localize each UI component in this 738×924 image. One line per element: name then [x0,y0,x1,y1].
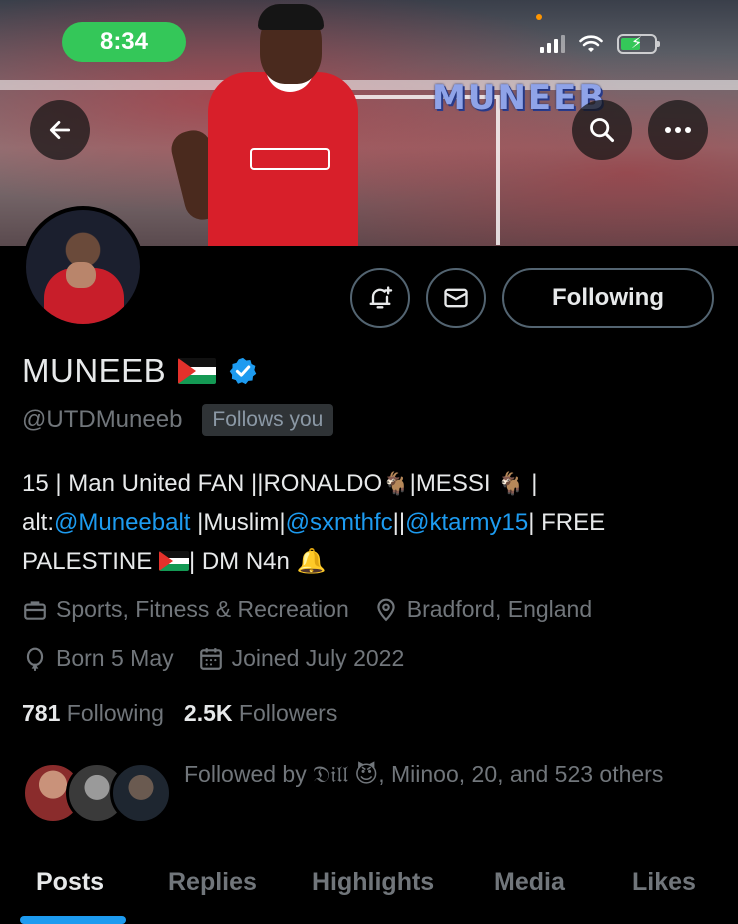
bio-text: | FREE [528,509,606,536]
follower-avatars [22,762,172,826]
status-time: 8:34 [62,22,186,62]
profile-meta-row: Sports, Fitness & Recreation Bradford, E… [22,596,592,623]
following-count: 781 [22,700,61,726]
location-text: Bradford, England [406,596,593,622]
category-item: Sports, Fitness & Recreation [22,596,349,623]
status-icons: ⚡ [540,34,660,54]
active-tab-indicator [20,916,126,924]
followers-label: Followers [238,700,338,726]
following-stat[interactable]: 781 Following [22,700,164,727]
calendar-icon [199,647,222,670]
joined-text: Joined July 2022 [231,645,405,671]
following-button[interactable]: Following [502,268,714,328]
bio-text: 15 | Man United FAN ||RONALDO [22,470,383,497]
bell-emoji-icon: 🔔 [296,548,327,575]
search-icon [590,118,615,143]
goat-emoji-icon: 🐐 [497,471,525,496]
follower-avatar [110,762,172,824]
followed-by-section[interactable]: Followed by 𝔇𝔦𝔩𝔩 😈, Miinoo, 20, and 523 … [22,754,684,826]
tab-posts[interactable]: Posts [36,868,104,897]
tab-replies[interactable]: Replies [168,868,257,897]
display-name: MUNEEB [22,352,167,389]
profile-meta-row: Born 5 May Joined July 2022 [22,645,404,672]
bell-plus-icon [369,286,393,309]
cellular-signal-icon [540,35,565,53]
location-item: Bradford, England [373,596,592,623]
more-button[interactable] [648,100,708,160]
bio-text: || [392,509,406,536]
joined-item: Joined July 2022 [198,645,405,672]
handle-row: @UTDMuneeb Follows you [22,404,334,436]
bio-text: alt: [22,509,55,536]
notifications-button[interactable] [350,268,410,328]
followers-count: 2.5K [183,700,233,726]
bio-text: |MESSI [409,470,491,497]
verified-badge-icon[interactable] [228,356,258,386]
goat-emoji-icon: 🐐 [382,471,410,496]
tab-highlights[interactable]: Highlights [312,868,434,897]
profile-avatar[interactable] [22,206,144,328]
balloon-icon [26,647,44,671]
bio-text: | [524,470,538,497]
privacy-indicator-dot [536,14,542,20]
more-icon [665,127,691,133]
bio-mention-link[interactable]: @Muneebalt [54,509,190,536]
palestine-flag-icon [158,551,189,571]
banner-stadium-stripe [0,80,738,90]
profile-bio: 15 | Man United FAN ||RONALDO🐐|MESSI 🐐 |… [22,464,712,581]
followed-by-text: Followed by 𝔇𝔦𝔩𝔩 😈, Miinoo, 20, and 523 … [184,761,664,787]
follow-stats: 781 Following 2.5K Followers [22,700,337,727]
bio-text: | DM N4n [188,548,290,575]
envelope-icon [444,288,468,308]
message-button[interactable] [426,268,486,328]
bio-mention-link[interactable]: @sxmthfc [286,509,393,536]
followers-stat[interactable]: 2.5K Followers [184,700,337,727]
tab-likes[interactable]: Likes [632,868,696,897]
bio-text: PALESTINE [22,548,153,575]
follows-you-badge: Follows you [202,404,334,436]
bio-mention-link[interactable]: @ktarmy15 [405,509,528,536]
following-label: Following [66,700,164,726]
location-pin-icon [377,598,395,621]
profile-tabs: Posts Replies Highlights Media Likes [0,860,738,924]
arrow-left-icon [49,121,71,139]
search-button[interactable] [572,100,632,160]
birthday-item: Born 5 May [22,645,174,672]
wifi-icon [579,35,603,52]
birthday-text: Born 5 May [56,645,174,671]
palestine-flag-icon [178,358,217,384]
briefcase-icon [24,600,46,620]
category-text: Sports, Fitness & Recreation [56,596,349,622]
back-button[interactable] [30,100,90,160]
tab-media[interactable]: Media [494,868,565,897]
battery-charging-icon: ⚡ [617,34,660,54]
user-handle: @UTDMuneeb [22,406,183,433]
name-row: MUNEEB [22,352,258,390]
bio-text: |Muslim| [190,509,286,536]
banner-player-image [167,0,368,246]
